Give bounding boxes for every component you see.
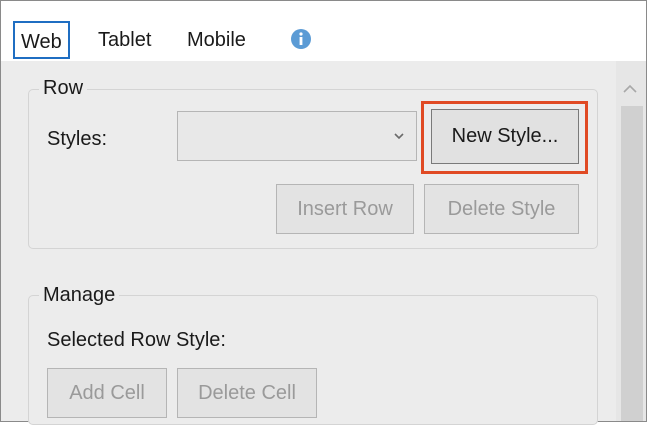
selected-row-style-label: Selected Row Style: <box>47 329 226 351</box>
info-icon[interactable] <box>291 29 311 49</box>
add-cell-button[interactable]: Add Cell <box>47 368 167 418</box>
manage-group-legend: Manage <box>39 283 120 307</box>
chevron-down-icon <box>394 133 404 140</box>
tab-web[interactable]: Web <box>13 21 70 59</box>
tab-web-label: Web <box>21 31 62 53</box>
new-style-highlight <box>421 101 588 174</box>
tab-mobile[interactable]: Mobile <box>181 21 252 59</box>
tab-tablet-label: Tablet <box>98 29 152 51</box>
panel-window: Web Tablet Mobile Row Styles: New Style.… <box>0 0 647 425</box>
scroll-up-icon[interactable] <box>618 79 642 99</box>
device-tab-bar: Web Tablet Mobile <box>1 1 646 61</box>
tab-mobile-label: Mobile <box>187 29 246 51</box>
styles-label: Styles: <box>47 128 108 150</box>
delete-cell-button[interactable]: Delete Cell <box>177 368 317 418</box>
tab-tablet[interactable]: Tablet <box>92 21 157 59</box>
delete-style-button[interactable]: Delete Style <box>424 184 579 234</box>
insert-row-button[interactable]: Insert Row <box>276 184 414 234</box>
styles-select[interactable] <box>177 111 417 161</box>
row-group-legend: Row <box>39 76 88 100</box>
scrollbar-track[interactable] <box>621 106 643 421</box>
